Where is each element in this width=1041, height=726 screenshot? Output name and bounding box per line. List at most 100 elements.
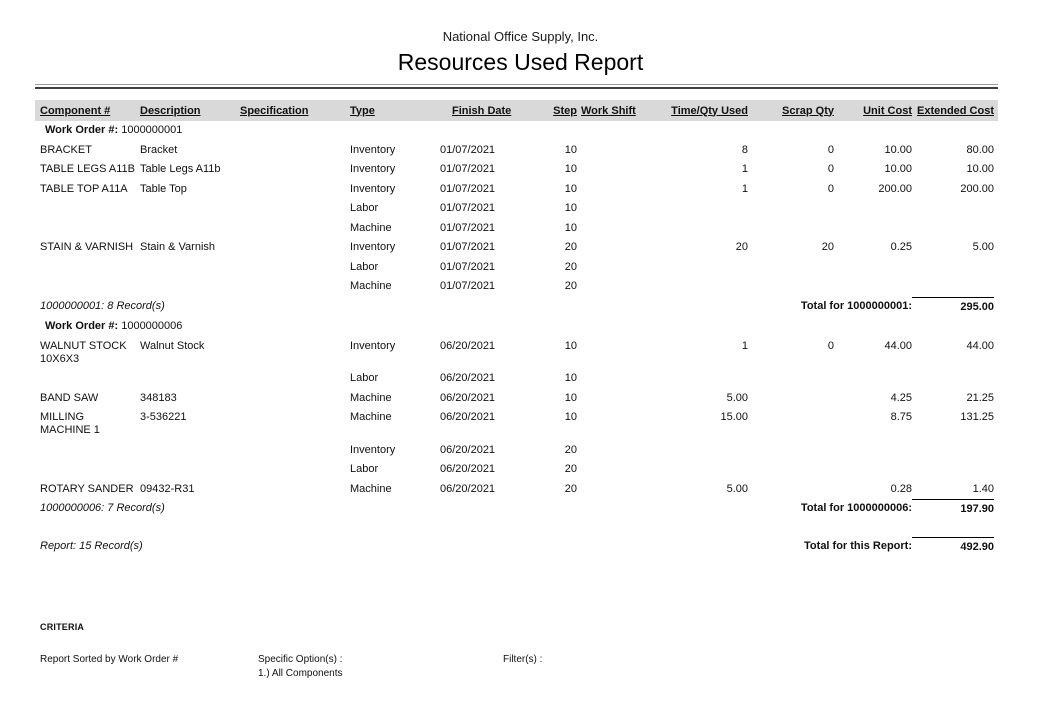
cell-unit-cost: 10.00 xyxy=(834,141,912,161)
cell-type: Labor xyxy=(350,199,440,219)
cell-unit-cost: 0.25 xyxy=(834,238,912,258)
cell-unit-cost: 4.25 xyxy=(834,389,912,409)
cell-description xyxy=(140,460,240,467)
column-header-work-shift: Work Shift xyxy=(577,105,637,117)
cell-component xyxy=(40,369,140,376)
table-row: Labor06/20/202110 xyxy=(35,369,998,389)
cell-specification xyxy=(240,277,350,284)
cell-type: Labor xyxy=(350,460,440,480)
cell-extended-cost xyxy=(912,441,994,448)
cell-scrap-qty xyxy=(748,369,834,376)
report-content: Component # Description Specification Ty… xyxy=(35,84,998,680)
cell-time-qty xyxy=(637,441,748,448)
cell-finish-date: 01/07/2021 xyxy=(440,141,520,161)
cell-specification xyxy=(240,199,350,206)
group-total-amount: 295.00 xyxy=(912,297,994,318)
cell-step: 10 xyxy=(520,389,577,409)
cell-scrap-qty xyxy=(748,460,834,467)
cell-description: Table Legs A11b xyxy=(140,160,240,180)
cell-component: BAND SAW xyxy=(40,389,140,409)
cell-line: MACHINE 1 xyxy=(40,424,140,437)
cell-step: 10 xyxy=(520,180,577,200)
cell-type: Inventory xyxy=(350,441,440,461)
cell-component: TABLE LEGS A11B xyxy=(40,160,140,180)
cell-specification xyxy=(240,480,350,487)
cell-scrap-qty: 0 xyxy=(748,180,834,200)
column-header-finish-date: Finish Date xyxy=(440,105,520,117)
title-divider xyxy=(35,84,998,89)
cell-finish-date: 06/20/2021 xyxy=(440,389,520,409)
cell-extended-cost xyxy=(912,199,994,206)
cell-description xyxy=(140,258,240,265)
cell-scrap-qty xyxy=(748,441,834,448)
cell-step: 20 xyxy=(520,460,577,480)
table-row: Inventory06/20/202120 xyxy=(35,441,998,461)
cell-type: Inventory xyxy=(350,337,440,357)
table-row: Labor01/07/202110 xyxy=(35,199,998,219)
cell-scrap-qty: 0 xyxy=(748,160,834,180)
cell-step: 10 xyxy=(520,219,577,239)
cell-specification xyxy=(240,180,350,187)
table-row: Machine01/07/202120 xyxy=(35,277,998,297)
cell-work-shift xyxy=(577,277,637,284)
cell-component xyxy=(40,460,140,467)
table-row: TABLE TOP A11ATable TopInventory01/07/20… xyxy=(35,180,998,200)
cell-scrap-qty xyxy=(748,219,834,226)
cell-time-qty: 20 xyxy=(637,238,748,258)
cell-type: Inventory xyxy=(350,238,440,258)
cell-extended-cost xyxy=(912,277,994,284)
criteria-filters-label: Filter(s) : xyxy=(503,653,542,680)
table-row: BAND SAW348183Machine06/20/2021105.004.2… xyxy=(35,389,998,409)
cell-time-qty xyxy=(637,199,748,206)
cell-extended-cost: 80.00 xyxy=(912,141,994,161)
report-records-note: Report: 15 Record(s) xyxy=(40,537,520,557)
cell-work-shift xyxy=(577,180,637,187)
cell-component xyxy=(40,258,140,265)
page-title: Resources Used Report xyxy=(0,49,1041,76)
cell-unit-cost xyxy=(834,199,912,206)
group-header-label: Work Order #: xyxy=(45,320,118,332)
cell-extended-cost: 200.00 xyxy=(912,180,994,200)
cell-step: 20 xyxy=(520,441,577,461)
group-header-value: 1000000001 xyxy=(118,124,182,136)
group-header-row: Work Order #: 1000000001 xyxy=(35,121,998,141)
cell-work-shift xyxy=(577,389,637,396)
table-row: Labor01/07/202120 xyxy=(35,258,998,278)
table-row: Machine01/07/202110 xyxy=(35,219,998,239)
cell-extended-cost: 1.40 xyxy=(912,480,994,500)
cell-type: Labor xyxy=(350,369,440,389)
cell-work-shift xyxy=(577,199,637,206)
cell-unit-cost: 8.75 xyxy=(834,408,912,428)
cell-time-qty: 1 xyxy=(637,337,748,357)
cell-line: WALNUT STOCK xyxy=(40,340,140,353)
criteria-row: Report Sorted by Work Order # Specific O… xyxy=(40,653,998,680)
cell-finish-date: 06/20/2021 xyxy=(440,480,520,500)
table-row: STAIN & VARNISHStain & VarnishInventory0… xyxy=(35,238,998,258)
cell-work-shift xyxy=(577,369,637,376)
cell-work-shift xyxy=(577,480,637,487)
table-row: TABLE LEGS A11BTable Legs A11bInventory0… xyxy=(35,160,998,180)
cell-specification xyxy=(240,369,350,376)
cell-unit-cost xyxy=(834,219,912,226)
table-row: ROTARY SANDER09432-R31Machine06/20/20212… xyxy=(35,480,998,500)
cell-specification xyxy=(240,238,350,245)
cell-finish-date: 01/07/2021 xyxy=(440,180,520,200)
cell-step: 10 xyxy=(520,408,577,428)
cell-component: WALNUT STOCK10X6X3 xyxy=(40,337,140,370)
cell-description: Table Top xyxy=(140,180,240,200)
cell-component: ROTARY SANDER xyxy=(40,480,140,500)
cell-work-shift xyxy=(577,441,637,448)
column-header-component: Component # xyxy=(40,105,140,117)
cell-finish-date: 01/07/2021 xyxy=(440,258,520,278)
cell-work-shift xyxy=(577,258,637,265)
cell-time-qty xyxy=(637,258,748,265)
cell-step: 10 xyxy=(520,141,577,161)
cell-specification xyxy=(240,337,350,344)
cell-description xyxy=(140,199,240,206)
cell-line: MILLING xyxy=(40,411,140,424)
column-header-scrap-qty: Scrap Qty xyxy=(748,105,834,117)
cell-time-qty xyxy=(637,369,748,376)
cell-finish-date: 01/07/2021 xyxy=(440,160,520,180)
group-total-amount: 197.90 xyxy=(912,499,994,520)
cell-time-qty: 1 xyxy=(637,160,748,180)
